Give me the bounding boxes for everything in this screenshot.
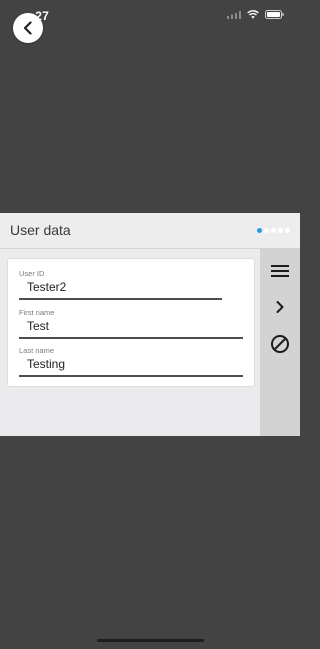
- menu-button[interactable]: [268, 259, 292, 283]
- next-button[interactable]: [268, 295, 292, 319]
- home-indicator: [97, 639, 204, 642]
- wifi-icon: [247, 10, 259, 19]
- field-underline: [19, 375, 243, 377]
- page-dot[interactable]: [285, 228, 290, 233]
- side-toolbar: [260, 249, 300, 436]
- form-box: User ID Tester2 First name Test Last nam…: [7, 258, 255, 387]
- first-name-field[interactable]: First name Test: [19, 308, 243, 339]
- field-value[interactable]: Tester2: [27, 280, 222, 294]
- page-dot[interactable]: [278, 228, 283, 233]
- page-dot[interactable]: [264, 228, 269, 233]
- chevron-right-icon: [276, 301, 284, 313]
- page-indicator: [257, 228, 290, 233]
- menu-icon: [271, 265, 289, 277]
- block-icon: [271, 335, 289, 353]
- page-dot[interactable]: [271, 228, 276, 233]
- field-underline: [19, 337, 243, 339]
- form-area: User ID Tester2 First name Test Last nam…: [0, 249, 260, 436]
- last-name-field[interactable]: Last name Testing: [19, 346, 243, 377]
- field-value[interactable]: Test: [27, 319, 243, 333]
- user-data-card: User data User ID Tester2 First name Tes…: [0, 213, 300, 436]
- field-label: First name: [19, 308, 55, 317]
- field-underline: [19, 298, 222, 300]
- field-label: Last name: [19, 346, 55, 355]
- back-button[interactable]: [13, 13, 43, 43]
- card-title: User data: [10, 222, 71, 238]
- battery-icon: [265, 10, 284, 19]
- signal-icon: [227, 10, 241, 19]
- chevron-left-icon: [23, 21, 32, 35]
- field-value[interactable]: Testing: [27, 357, 243, 371]
- user-id-field[interactable]: User ID Tester2: [19, 269, 222, 300]
- status-bar: :27: [0, 0, 300, 34]
- card-header: User data: [0, 213, 300, 249]
- page-dot[interactable]: [257, 228, 262, 233]
- status-icons: [227, 10, 284, 19]
- field-label: User ID: [19, 269, 45, 278]
- block-button[interactable]: [268, 332, 292, 356]
